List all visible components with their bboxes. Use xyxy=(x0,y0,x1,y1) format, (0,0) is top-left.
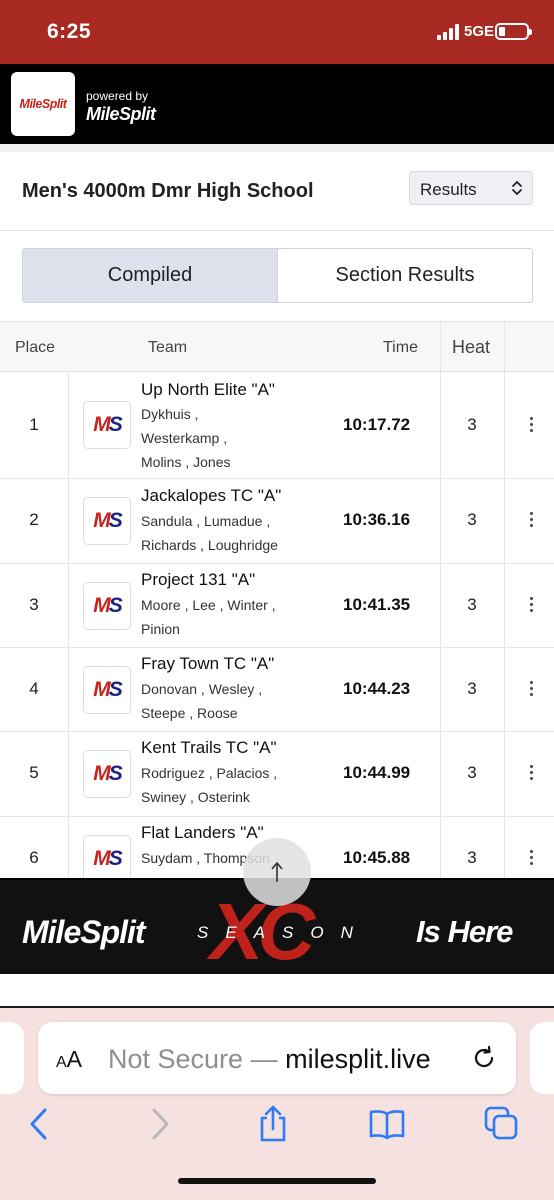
header-time[interactable]: Time xyxy=(383,339,418,357)
row-time: 10:17.72 xyxy=(343,415,411,434)
logo-text: MileSplit xyxy=(19,97,67,111)
team-logo: MS xyxy=(83,750,131,798)
table-row[interactable]: 1 MS Up North Elite "A" Dykhuis , Wester… xyxy=(0,372,554,479)
more-options-icon[interactable] xyxy=(522,763,540,783)
status-bar: 6:25 5GE xyxy=(0,0,554,64)
results-tabs: Compiled Section Results xyxy=(22,248,533,303)
view-select[interactable]: Results xyxy=(409,171,533,205)
row-heat: 3 xyxy=(467,763,477,782)
browser-nav xyxy=(0,1104,554,1160)
team-logo: MS xyxy=(83,666,131,714)
address-bar[interactable]: AA Not Secure — milesplit.live xyxy=(38,1022,516,1094)
row-place: 4 xyxy=(29,679,39,698)
row-time: 10:41.35 xyxy=(343,595,411,614)
table-row[interactable]: 4 MS Fray Town TC "A" Donovan , Wesley ,… xyxy=(0,648,554,732)
cellular-signal-icon xyxy=(437,24,459,40)
team-members: Swiney , Osterink xyxy=(141,789,250,805)
row-heat: 3 xyxy=(467,848,477,867)
reload-icon[interactable] xyxy=(470,1044,498,1072)
row-heat: 3 xyxy=(467,679,477,698)
more-options-icon[interactable] xyxy=(522,679,540,699)
row-heat: 3 xyxy=(467,595,477,614)
more-options-icon[interactable] xyxy=(522,595,540,615)
home-indicator xyxy=(178,1178,376,1184)
back-icon[interactable] xyxy=(20,1104,60,1144)
team-members: Rodriguez , Palacios , xyxy=(141,765,278,781)
team-members: Donovan , Wesley , xyxy=(141,681,263,697)
battery-icon xyxy=(495,23,532,40)
row-time: 10:45.88 xyxy=(343,848,411,867)
more-options-icon[interactable] xyxy=(522,510,540,530)
team-members: Moore , Lee , Winter , xyxy=(141,597,276,613)
row-place: 3 xyxy=(29,595,39,614)
tabs-icon[interactable] xyxy=(482,1104,522,1144)
view-select-value: Results xyxy=(420,180,477,199)
team-members: Molins , Jones xyxy=(141,454,231,470)
app-header: MileSplit powered by MileSplit xyxy=(0,64,554,144)
divider xyxy=(0,144,554,152)
row-place: 5 xyxy=(29,763,39,782)
tab-compiled[interactable]: Compiled xyxy=(23,249,278,302)
team-logo: MS xyxy=(83,582,131,630)
next-tab-peek[interactable] xyxy=(530,1022,554,1094)
team-name[interactable]: Kent Trails TC "A" xyxy=(141,738,277,758)
not-secure-label: Not Secure — xyxy=(108,1044,278,1074)
network-type: 5GE xyxy=(464,23,495,40)
event-title: Men's 4000m Dmr High School xyxy=(22,180,314,202)
ad-brand: MileSplit xyxy=(22,914,146,950)
forward-icon[interactable] xyxy=(139,1104,179,1144)
team-name[interactable]: Flat Landers "A" xyxy=(141,823,264,843)
url-text: Not Secure — milesplit.live xyxy=(108,1044,431,1075)
powered-by-brand: MileSplit xyxy=(86,104,156,124)
previous-tab-peek[interactable] xyxy=(0,1022,24,1094)
chevron-up-down-icon xyxy=(512,181,522,195)
arrow-up-icon xyxy=(271,861,283,882)
bookmarks-icon[interactable] xyxy=(367,1104,407,1144)
tab-section-results[interactable]: Section Results xyxy=(278,249,532,302)
team-members: Richards , Loughridge xyxy=(141,537,278,553)
browser-toolbar: AA Not Secure — milesplit.live xyxy=(0,1008,554,1200)
row-place: 1 xyxy=(29,415,39,434)
reader-settings-button[interactable]: AA xyxy=(56,1046,82,1073)
table-header: Place Team Time Heat xyxy=(0,322,554,372)
team-logo: MS xyxy=(83,497,131,545)
row-time: 10:44.99 xyxy=(343,763,411,782)
team-members: Pinion xyxy=(141,621,180,637)
row-place: 2 xyxy=(29,510,39,529)
ad-tagline: Is Here xyxy=(416,914,513,949)
header-place[interactable]: Place xyxy=(15,339,55,357)
table-row[interactable]: 3 MS Project 131 "A" Moore , Lee , Winte… xyxy=(0,564,554,648)
more-options-icon[interactable] xyxy=(522,848,540,868)
status-time: 6:25 xyxy=(47,20,92,43)
team-members: Sandula , Lumadue , xyxy=(141,513,271,529)
row-place: 6 xyxy=(29,848,39,867)
team-members: Dykhuis , xyxy=(141,406,199,422)
team-members: Westerkamp , xyxy=(141,430,228,446)
milesplit-logo[interactable]: MileSplit xyxy=(11,72,75,136)
team-members: Steepe , Roose xyxy=(141,705,238,721)
table-row[interactable]: 5 MS Kent Trails TC "A" Rodriguez , Pala… xyxy=(0,732,554,817)
scroll-to-top-button[interactable] xyxy=(243,838,311,906)
share-icon[interactable] xyxy=(253,1104,293,1144)
header-team[interactable]: Team xyxy=(148,339,187,357)
team-logo: MS xyxy=(83,401,131,449)
row-heat: 3 xyxy=(467,510,477,529)
row-time: 10:36.16 xyxy=(343,510,411,529)
team-logo: MS xyxy=(83,835,131,883)
team-name[interactable]: Jackalopes TC "A" xyxy=(141,486,281,506)
team-name[interactable]: Up North Elite "A" xyxy=(141,380,275,400)
header-heat[interactable]: Heat xyxy=(452,337,490,358)
url-domain: milesplit.live xyxy=(285,1044,431,1074)
more-options-icon[interactable] xyxy=(522,415,540,435)
powered-by-label: powered by xyxy=(86,89,149,103)
content-end xyxy=(0,974,554,1008)
team-name[interactable]: Project 131 "A" xyxy=(141,570,255,590)
row-time: 10:44.23 xyxy=(343,679,411,698)
team-name[interactable]: Fray Town TC "A" xyxy=(141,654,274,674)
divider xyxy=(0,230,554,231)
results-table: Place Team Time Heat 1 MS Up North Elite… xyxy=(0,321,554,887)
row-heat: 3 xyxy=(467,415,477,434)
ad-season: SEASON xyxy=(197,923,370,942)
table-row[interactable]: 2 MS Jackalopes TC "A" Sandula , Lumadue… xyxy=(0,479,554,564)
